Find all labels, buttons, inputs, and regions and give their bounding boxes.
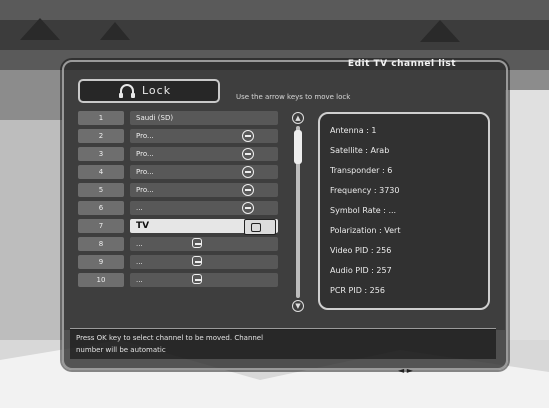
channel-number: 8 bbox=[78, 237, 124, 251]
scrambled-icon bbox=[242, 166, 254, 178]
channel-number: 10 bbox=[78, 273, 124, 287]
channel-info-box: Antenna : 1 Satellite : Arab Transponder… bbox=[318, 112, 490, 310]
frequency-info: Frequency : 3730 bbox=[330, 186, 400, 195]
list-item[interactable]: 5 Pro... bbox=[78, 182, 282, 198]
channel-name: ... bbox=[130, 201, 278, 215]
channel-list: 1 Saudi (SD) 2 Pro... 3 Pro... 4 Pro... … bbox=[78, 110, 282, 306]
channel-number: 1 bbox=[78, 111, 124, 125]
channel-number: 3 bbox=[78, 147, 124, 161]
channel-number: 6 bbox=[78, 201, 124, 215]
scrambled-icon bbox=[242, 130, 254, 142]
audio-pid-info: Audio PID : 257 bbox=[330, 266, 392, 275]
channel-number: 9 bbox=[78, 255, 124, 269]
channel-name: ... bbox=[130, 237, 278, 251]
channel-number: 5 bbox=[78, 183, 124, 197]
scrambled-icon bbox=[242, 184, 254, 196]
list-item[interactable]: 6 ... bbox=[78, 200, 282, 216]
channel-name: Pro... bbox=[130, 147, 278, 161]
lock-button-label: Lock bbox=[142, 84, 172, 97]
channel-name: Pro... bbox=[130, 183, 278, 197]
scroll-down-icon[interactable]: ▼ bbox=[292, 300, 304, 312]
channel-name: ... bbox=[130, 273, 278, 287]
tv-icon bbox=[192, 238, 202, 248]
tv-icon bbox=[192, 274, 202, 284]
lock-icon bbox=[244, 219, 276, 235]
list-item[interactable]: 2 Pro... bbox=[78, 128, 282, 144]
channel-number: 2 bbox=[78, 129, 124, 143]
help-text-line-1: Press OK key to select channel to be mov… bbox=[76, 334, 264, 342]
list-item[interactable]: 8 ... bbox=[78, 236, 282, 252]
channel-name: Pro... bbox=[130, 129, 278, 143]
pcr-pid-info: PCR PID : 256 bbox=[330, 286, 385, 295]
channel-number: 7 bbox=[78, 219, 124, 233]
polarization-info: Polarization : Vert bbox=[330, 226, 401, 235]
headphones-lock-icon bbox=[119, 84, 135, 98]
scroll-up-icon[interactable]: ▲ bbox=[292, 112, 304, 124]
help-text-line-2: number will be automatic bbox=[76, 346, 166, 354]
list-item[interactable]: 1 Saudi (SD) bbox=[78, 110, 282, 126]
help-footer: Press OK key to select channel to be mov… bbox=[70, 328, 496, 359]
tv-icon bbox=[192, 256, 202, 266]
channel-name: Pro... bbox=[130, 165, 278, 179]
scrambled-icon bbox=[242, 148, 254, 160]
satellite-info: Satellite : Arab bbox=[330, 146, 390, 155]
channel-number: 4 bbox=[78, 165, 124, 179]
channel-name: Saudi (SD) bbox=[130, 111, 278, 125]
video-pid-info: Video PID : 256 bbox=[330, 246, 392, 255]
list-item-selected[interactable]: 7 TV bbox=[78, 218, 282, 235]
list-item[interactable]: 3 Pro... bbox=[78, 146, 282, 162]
transponder-info: Transponder : 6 bbox=[330, 166, 393, 175]
list-item[interactable]: 9 ... bbox=[78, 254, 282, 270]
lock-button[interactable]: Lock bbox=[78, 79, 220, 103]
antenna-info: Antenna : 1 bbox=[330, 126, 377, 135]
channel-name: ... bbox=[130, 255, 278, 269]
list-item[interactable]: 10 ... bbox=[78, 272, 282, 288]
window-title: Edit TV channel list bbox=[347, 59, 457, 69]
hint-text: Use the arrow keys to move lock bbox=[236, 93, 351, 101]
scrollbar[interactable]: ▲ ▼ bbox=[292, 112, 304, 312]
page-nav-arrows-icon: ◄ ► bbox=[398, 366, 413, 375]
symbol-rate-info: Symbol Rate : ... bbox=[330, 206, 397, 215]
scrambled-icon bbox=[242, 202, 254, 214]
scroll-thumb[interactable] bbox=[294, 130, 302, 164]
list-item[interactable]: 4 Pro... bbox=[78, 164, 282, 180]
